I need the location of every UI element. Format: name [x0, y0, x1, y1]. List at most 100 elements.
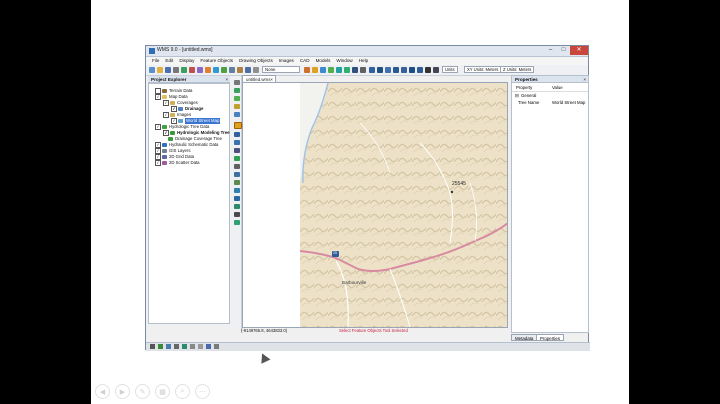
- close-icon[interactable]: ×: [583, 76, 586, 83]
- create-arc-icon[interactable]: [234, 96, 240, 101]
- menu-drawing-objects[interactable]: Drawing Objects: [239, 57, 273, 65]
- close-icon[interactable]: ×: [225, 76, 228, 83]
- checkbox[interactable]: ✓: [163, 100, 169, 106]
- model-tool-3-icon[interactable]: [320, 67, 326, 73]
- world-street-map-image[interactable]: 25545 Barbourville 25: [299, 83, 507, 327]
- collapse-icon[interactable]: ⊟: [515, 92, 519, 99]
- units-button[interactable]: Units: [442, 66, 458, 73]
- close-button[interactable]: ✕: [570, 46, 588, 55]
- frame-icon[interactable]: [181, 67, 187, 73]
- select-vertex-icon[interactable]: [234, 112, 240, 117]
- image-tool-icon[interactable]: [198, 344, 203, 349]
- cad-tool-7-icon[interactable]: [417, 67, 423, 73]
- tree-item-2d-scatter-data[interactable]: ✓ 2D Scatter Data: [155, 160, 200, 166]
- model-tool-8-icon[interactable]: [360, 67, 366, 73]
- create-polygon-icon[interactable]: [234, 104, 240, 109]
- pen-icon[interactable]: ✎: [135, 384, 150, 399]
- checkbox[interactable]: ✓: [163, 112, 169, 118]
- pencil-icon[interactable]: [150, 344, 155, 349]
- text-icon[interactable]: [174, 344, 179, 349]
- properties-row[interactable]: Tree Name World Street Map: [512, 99, 588, 106]
- model-tool-6-icon[interactable]: [344, 67, 350, 73]
- projection-icon[interactable]: [245, 67, 251, 73]
- menu-file[interactable]: File: [152, 57, 159, 65]
- rotate-tool-icon[interactable]: [234, 188, 240, 193]
- properties-group-general[interactable]: ⊟ General: [512, 92, 588, 99]
- profile-tool-icon[interactable]: [234, 212, 240, 217]
- background-icon[interactable]: [237, 67, 243, 73]
- zoom-tool-icon[interactable]: [234, 172, 240, 177]
- model-tool-1-icon[interactable]: [304, 67, 310, 73]
- lighting-icon[interactable]: [229, 67, 235, 73]
- property-name: Tree Name: [518, 100, 540, 105]
- pan-icon[interactable]: [213, 67, 219, 73]
- menu-cad[interactable]: CAD: [300, 57, 310, 65]
- grid-tool-icon[interactable]: [234, 204, 240, 209]
- select-polygon-icon[interactable]: [234, 140, 240, 145]
- slide-area: WMS 9.0 - [untitled.wms] – □ ✕ File Edit…: [91, 0, 629, 404]
- cad-tool-9-icon[interactable]: [433, 67, 439, 73]
- save-icon[interactable]: [165, 67, 171, 73]
- cad-tool-6-icon[interactable]: [409, 67, 415, 73]
- next-slide-icon[interactable]: ▶: [115, 384, 130, 399]
- menu-edit[interactable]: Edit: [165, 57, 173, 65]
- minimize-button[interactable]: –: [544, 46, 557, 55]
- rectangle-icon[interactable]: [182, 344, 187, 349]
- z-units-field[interactable]: Z Units: Meters: [500, 66, 535, 73]
- menu-models[interactable]: Models: [316, 57, 331, 65]
- slides-grid-icon[interactable]: ▦: [155, 384, 170, 399]
- menu-help[interactable]: Help: [359, 57, 368, 65]
- delete-drawing-icon[interactable]: [214, 344, 219, 349]
- checkbox[interactable]: ✓: [155, 160, 161, 166]
- zoom-icon[interactable]: ⌕: [175, 384, 190, 399]
- rotate-icon[interactable]: [197, 67, 203, 73]
- zoom-icon[interactable]: [205, 67, 211, 73]
- info-icon[interactable]: [253, 67, 259, 73]
- cad-tool-3-icon[interactable]: [385, 67, 391, 73]
- menu-feature-objects[interactable]: Feature Objects: [200, 57, 233, 65]
- cad-tool-5-icon[interactable]: [401, 67, 407, 73]
- flow-tool-icon[interactable]: [234, 220, 240, 225]
- create-outlet-icon[interactable]: [234, 156, 240, 161]
- create-point-icon[interactable]: [234, 88, 240, 93]
- measure-icon[interactable]: [234, 164, 240, 169]
- select-feature-tool-icon[interactable]: [234, 122, 242, 129]
- model-select[interactable]: None: [262, 66, 300, 73]
- line-icon[interactable]: [158, 344, 163, 349]
- select-tool-icon[interactable]: [234, 80, 240, 85]
- tab-metadata[interactable]: Metadata: [511, 334, 538, 341]
- polygon-icon[interactable]: [190, 344, 195, 349]
- cad-tool-1-icon[interactable]: [369, 67, 375, 73]
- graphics-window[interactable]: 25545 Barbourville 25: [242, 82, 508, 328]
- tab-properties[interactable]: Properties: [536, 334, 565, 341]
- document-tab[interactable]: untitled.wms ×: [242, 75, 276, 82]
- cad-tool-2-icon[interactable]: [377, 67, 383, 73]
- print-icon[interactable]: [173, 67, 179, 73]
- select-node-icon[interactable]: [234, 148, 240, 153]
- model-tool-7-icon[interactable]: [352, 67, 358, 73]
- model-tool-2-icon[interactable]: [312, 67, 318, 73]
- menu-window[interactable]: Window: [336, 57, 352, 65]
- model-tool-5-icon[interactable]: [336, 67, 342, 73]
- properties-panel: Properties × Property Value ⊟ General Tr…: [511, 75, 589, 333]
- pan-tool-icon[interactable]: [234, 180, 240, 185]
- maximize-button[interactable]: □: [557, 46, 570, 55]
- checkbox[interactable]: ✓: [155, 124, 161, 130]
- contour-tool-icon[interactable]: [234, 196, 240, 201]
- previous-slide-icon[interactable]: ◀: [95, 384, 110, 399]
- select-arc-icon[interactable]: [234, 132, 240, 137]
- menu-images[interactable]: Images: [279, 57, 294, 65]
- checkbox[interactable]: ✓: [155, 94, 161, 100]
- cad-tool-4-icon[interactable]: [393, 67, 399, 73]
- cad-tool-8-icon[interactable]: [425, 67, 431, 73]
- display-options-icon[interactable]: [221, 67, 227, 73]
- open-icon[interactable]: [157, 67, 163, 73]
- xy-units-field[interactable]: XY Units: Meters: [464, 66, 502, 73]
- oval-icon[interactable]: [166, 344, 171, 349]
- delete-icon[interactable]: [189, 67, 195, 73]
- select-drawing-icon[interactable]: [206, 344, 211, 349]
- new-icon[interactable]: [149, 67, 155, 73]
- model-tool-4-icon[interactable]: [328, 67, 334, 73]
- menu-display[interactable]: Display: [179, 57, 194, 65]
- more-options-icon[interactable]: ⋯: [195, 384, 210, 399]
